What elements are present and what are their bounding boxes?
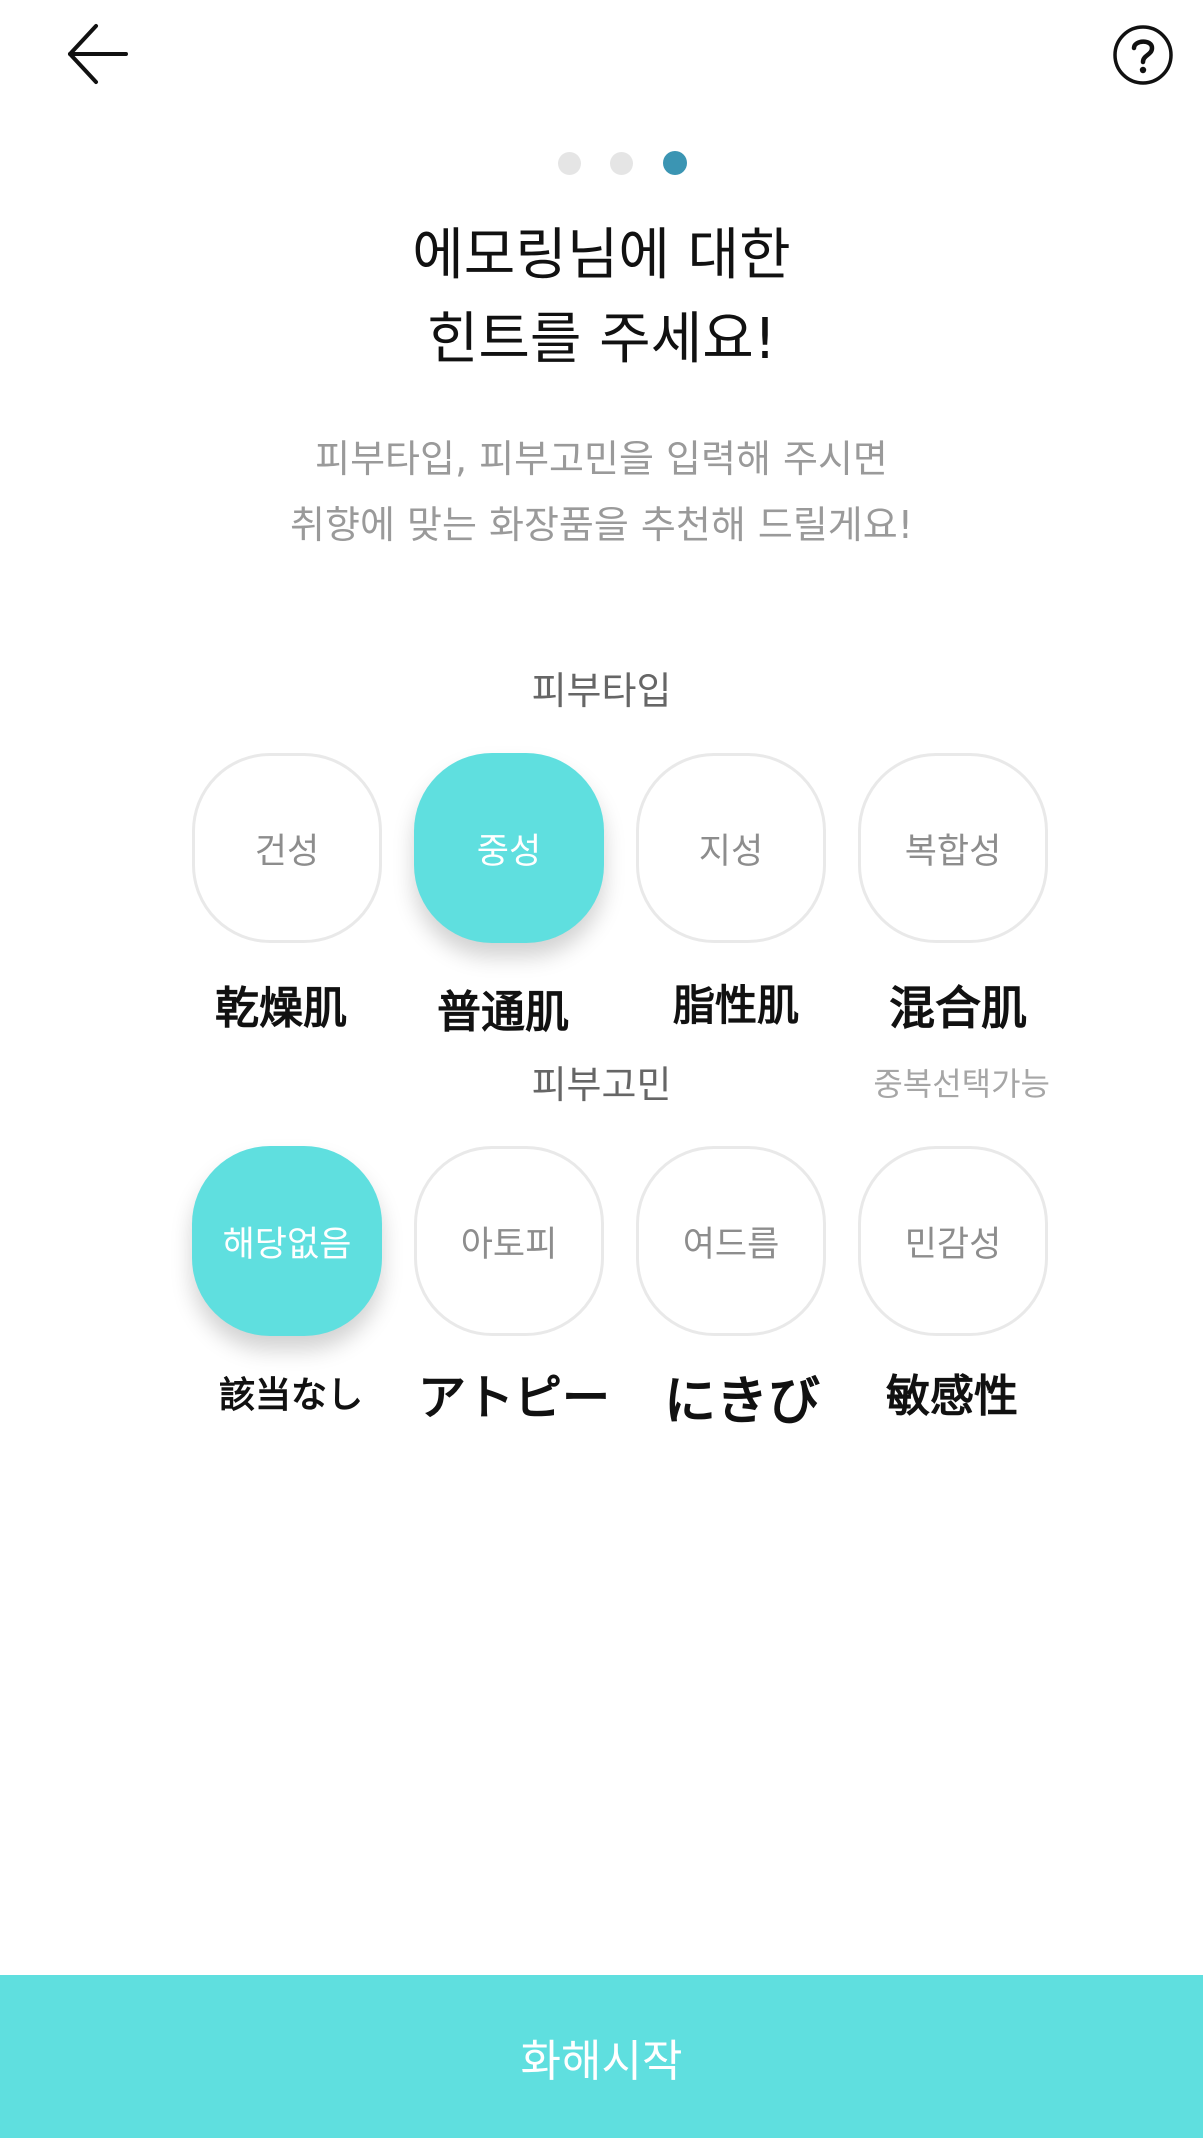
progress-dot-2: [610, 152, 633, 175]
start-button-label: 화해시작: [520, 2035, 683, 2087]
annotation-normal: 普通肌: [437, 987, 569, 1038]
option-label: 아토피: [460, 1224, 558, 1265]
annotation-acne: にきび: [663, 1372, 820, 1432]
skin-type-option-dry[interactable]: 건성: [192, 753, 382, 943]
option-label: 지성: [698, 831, 764, 872]
annotation-combination: 混合肌: [889, 981, 1027, 1035]
skin-type-option-oily[interactable]: 지성: [636, 753, 826, 943]
skin-type-option-combination[interactable]: 복합성: [858, 753, 1048, 943]
page-subtitle: 피부타입, 피부고민을 입력해 주시면 취향에 맞는 화장품을 추천해 드릴게요…: [0, 426, 1203, 558]
option-label: 해당없음: [222, 1224, 352, 1265]
option-label: 복합성: [904, 831, 1002, 872]
annotation-sensitive: 敏感性: [886, 1371, 1018, 1422]
skin-type-label: 피부타입: [531, 669, 672, 713]
option-label: 여드름: [682, 1224, 780, 1265]
skin-concern-option-none[interactable]: 해당없음: [192, 1146, 382, 1336]
skin-concern-option-sensitive[interactable]: 민감성: [858, 1146, 1048, 1336]
page-subtitle-line-1: 피부타입, 피부고민을 입력해 주시면: [315, 437, 888, 481]
annotation-atopy: アトピー: [417, 1370, 610, 1426]
page-title-line-1: 에모링님에 대한: [412, 223, 791, 288]
arrow-left-icon: [68, 24, 128, 84]
skin-concern-option-atopy[interactable]: 아토피: [414, 1146, 604, 1336]
annotation-dry: 乾燥肌: [215, 983, 347, 1034]
page-title: 에모링님에 대한 힌트를 주세요!: [0, 214, 1203, 382]
back-button[interactable]: [56, 18, 152, 90]
skin-type-option-normal[interactable]: 중성: [414, 753, 604, 943]
multi-select-note: 중복선택가능: [873, 1065, 1050, 1103]
option-label: 민감성: [904, 1224, 1002, 1265]
progress-dot-3-active: [663, 151, 687, 175]
page-title-line-2: 힌트를 주세요!: [426, 307, 777, 372]
option-label: 건성: [254, 831, 320, 872]
annotation-none: 該当なし: [218, 1375, 363, 1416]
skin-concern-option-acne[interactable]: 여드름: [636, 1146, 826, 1336]
annotation-oily: 脂性肌: [672, 981, 799, 1030]
start-button[interactable]: 화해시작: [0, 1975, 1203, 2138]
question-circle-icon: [1113, 25, 1173, 85]
progress-indicator: [0, 151, 1203, 177]
progress-dot-1: [558, 152, 581, 175]
page-subtitle-line-2: 취향에 맞는 화장품을 추천해 드릴게요!: [290, 503, 913, 547]
option-label: 중성: [476, 831, 542, 872]
help-button[interactable]: [1112, 24, 1174, 86]
